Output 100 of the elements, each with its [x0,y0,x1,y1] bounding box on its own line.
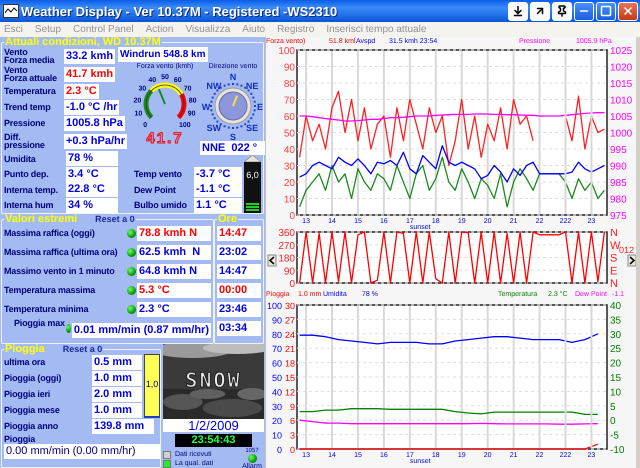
axis-label: 40 [284,145,295,156]
value-field: 3.4 °C [66,166,118,182]
value-field: 64.8 kmh N [137,264,211,279]
axis-label: 30 [284,301,295,311]
triangle-icon [244,155,261,162]
menu-item[interactable]: Inserisci tempo attuale [326,24,426,35]
compass-needle [232,95,238,106]
field-label: Vento Forza attuale [4,66,58,82]
time-field: 14:47 [217,264,261,279]
axis-label: 80 [272,330,282,340]
time-field: 00:00 [217,283,261,298]
value-field: -3.7 °C [194,166,242,182]
axis-label: 30 [610,330,622,341]
axis-label: 50 [272,373,282,383]
axis-label: 70 [284,96,295,106]
axis-label: 90 [284,266,295,278]
reset-label[interactable]: Reset a 0 [95,214,135,224]
axis-label: 80 [284,79,295,90]
bars-icon [246,203,259,211]
rain-gauge-reading: 1,0 [145,379,159,390]
menu-item[interactable]: Visualizza [185,24,230,35]
axis-label: 20 [284,178,295,189]
panel-title: Ore [218,214,237,224]
gauge-reading: 41.7 [146,131,184,146]
axis-label: 1000 [610,128,632,140]
maximize-button[interactable] [596,2,616,20]
restore-button[interactable] [530,2,550,20]
compass-point: N [230,72,236,82]
axis-label: 25 [610,344,622,356]
value-field: -1.1 °C [194,182,242,198]
axis-label: E [610,265,618,278]
axis-label: 1005 [610,112,632,123]
menu-item[interactable]: Aiuto [242,24,266,35]
time-field: 23:46 [217,302,261,317]
compass-point: SW [206,123,222,134]
axis-label: 40 [610,301,622,312]
page-number: 012 [619,245,634,255]
field-label: Umidita [4,154,37,163]
field-label: Trend temp [4,102,52,112]
field-label: Temperatura massima [4,286,96,295]
panel-title: Pioggia [5,344,45,354]
axis-label: 10 [610,387,622,398]
menu-item[interactable]: Esci [4,24,23,35]
axis-label: 1025 [610,46,632,57]
axis-label: 1015 [610,79,632,90]
menu-item[interactable]: Control Panel [73,24,134,35]
compass-point: W [202,102,210,112]
axis-label: 180 [278,254,295,264]
close-button[interactable] [618,2,638,20]
axis-label: 100 [266,301,282,311]
restore-icon [534,5,546,17]
scroll-right-button[interactable] [628,254,636,266]
axis-label: 10 [272,430,282,441]
menu-item[interactable]: Setup [34,24,62,35]
axis-label: 24 [284,330,295,340]
field-label: Diff. pressione [4,132,46,150]
axis-label: 360 [278,229,295,239]
axis-label: 270 [278,240,295,252]
field-label: Pioggia max [14,319,65,328]
axis-label: 0 [276,445,282,455]
pin-button[interactable] [552,2,572,20]
value-field: 1.1 °C [194,198,242,213]
direction-field: NNE 022 ° [200,141,266,155]
compass-point: NE [246,80,258,91]
axis-label: 50 [284,128,295,140]
field-label: Vento Forza media [4,48,54,64]
tray-icon [512,5,524,17]
field-label: Pioggia (oggi) [4,374,62,382]
axis-label: 35 [610,315,622,326]
value-field: 78.8 kmh N [137,226,211,241]
field-label: Punto dep. [4,170,50,178]
status-led [127,286,136,295]
field-label: Massimo vento in 1 minuto [4,267,116,276]
axis-label: -5 [610,430,619,442]
field-label: Pioggia anno [4,422,60,430]
status-led [127,305,136,314]
axis-label: 990 [610,162,627,172]
field-label: Temp vento [134,170,183,178]
menu-item[interactable]: Action [146,24,174,35]
field-label: Massima raffica (oggi) [4,229,96,238]
minimize-button[interactable] [574,2,594,20]
axis-label: 15 [610,373,622,384]
axis-label: S [610,252,618,264]
menu-item[interactable]: Registro [277,24,314,35]
scroll-left-button[interactable] [268,254,276,266]
value-field: 1.0 mm [92,370,142,386]
field-label: Massima raffica (ultima ora) [4,248,118,257]
axis-label: 90 [272,315,282,326]
value-field: +0.3 hPa/hr [64,134,128,148]
axis-label: 20 [610,358,622,370]
tray-button[interactable] [508,2,528,20]
value-field: 22.8 °C [66,182,118,198]
compass-point: E [257,102,263,112]
value-field: 62.5 kmh N [137,245,211,260]
reset-label[interactable]: Reset a 0 [62,344,102,354]
field-label: Temperatura minima [4,305,90,314]
field-label: Pioggia ieri [4,390,52,398]
field-label: Bulbo umido [134,201,188,210]
axis-label: 6 [290,416,295,426]
axis-label: 3 [290,430,295,441]
